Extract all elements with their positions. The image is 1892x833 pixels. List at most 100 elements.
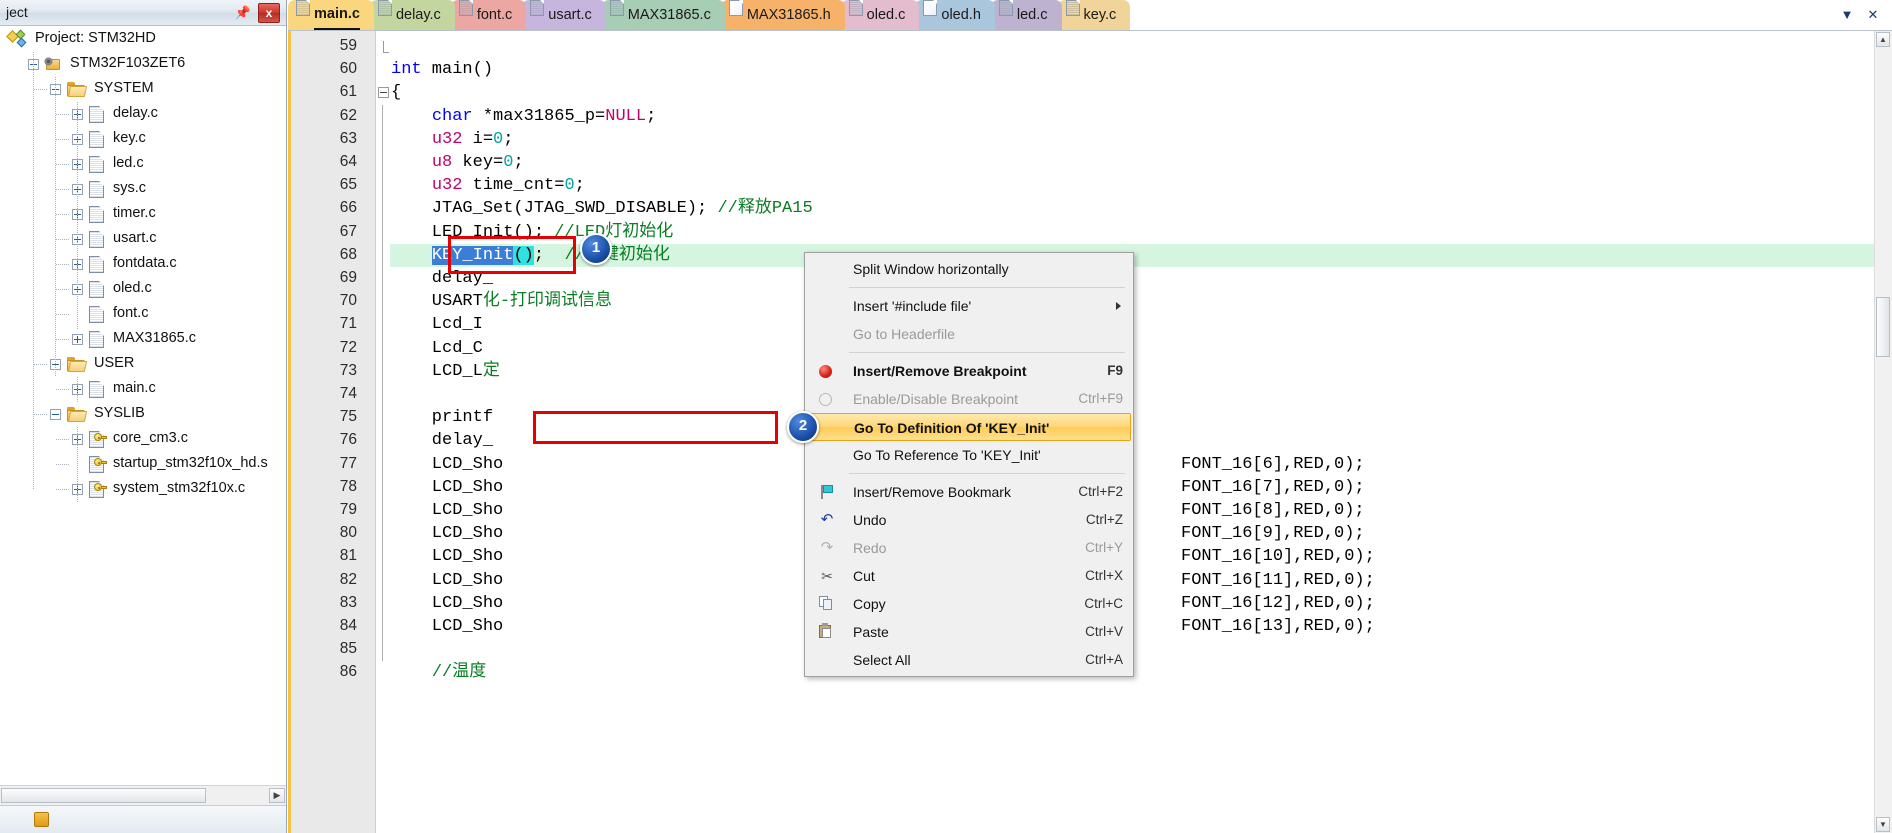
tree-item-sys-c[interactable]: sys.c xyxy=(0,177,286,202)
tab-oled-c[interactable]: oled.c xyxy=(840,0,920,30)
file-icon xyxy=(530,0,545,16)
tree-item-label: Project: STM32HD xyxy=(35,30,156,46)
tree-item-delay-c[interactable]: delay.c xyxy=(0,102,286,127)
menu-item-shortcut: Ctrl+F9 xyxy=(1078,391,1123,406)
collapse-icon[interactable] xyxy=(50,409,61,420)
expand-icon[interactable] xyxy=(72,334,83,345)
menu-item-insert-remove-breakpoint[interactable]: Insert/Remove Breakpoint F9 xyxy=(805,357,1133,385)
pin-icon[interactable]: 📌 xyxy=(234,4,252,22)
code-line[interactable]: { xyxy=(291,81,1892,104)
code-line[interactable]: u8 key=0; xyxy=(291,151,1892,174)
hscroll-thumb[interactable] xyxy=(1,788,206,803)
menu-item-label: Redo xyxy=(853,540,887,556)
tab-led-c[interactable]: led.c xyxy=(990,0,1062,30)
tree-item-system-stm32f10x-c[interactable]: system_stm32f10x.c xyxy=(0,477,286,502)
tree-item-timer-c[interactable]: timer.c xyxy=(0,202,286,227)
folder-icon xyxy=(67,357,88,372)
code-line[interactable]: u32 i=0; xyxy=(291,128,1892,151)
tab-font-c[interactable]: font.c xyxy=(450,0,527,30)
project-root-icon xyxy=(6,29,28,48)
vscroll-thumb[interactable] xyxy=(1876,297,1890,357)
tab-delay-c[interactable]: delay.c xyxy=(369,0,455,30)
key-overlay-icon xyxy=(94,483,107,492)
tree-item-main-c[interactable]: main.c xyxy=(0,377,286,402)
tree-guide-line xyxy=(56,264,70,265)
tab-max31865-c[interactable]: MAX31865.c xyxy=(601,0,725,30)
menu-item-label: Insert '#include file' xyxy=(853,298,972,314)
tab-label: oled.c xyxy=(866,7,906,23)
menu-item-go-to-definition-of-key-init[interactable]: Go To Definition Of 'KEY_Init' xyxy=(807,413,1131,441)
code-line[interactable] xyxy=(291,35,1892,58)
vscroll-up-arrow[interactable]: ▲ xyxy=(1876,32,1890,47)
tab-oled-h[interactable]: oled.h xyxy=(915,0,995,30)
menu-item-paste[interactable]: Paste Ctrl+V xyxy=(805,618,1133,646)
menu-item-insert-remove-bookmark[interactable]: Insert/Remove Bookmark Ctrl+F2 xyxy=(805,478,1133,506)
tab-main-c[interactable]: main.c xyxy=(288,0,374,30)
tree-item-core-cm3-c[interactable]: core_cm3.c xyxy=(0,427,286,452)
tree-item-project-stm32hd[interactable]: Project: STM32HD xyxy=(0,27,286,52)
close-tab-icon[interactable]: ✕ xyxy=(1862,4,1884,26)
editor-vscrollbar[interactable]: ▲ ▼ xyxy=(1874,31,1892,833)
tree-item-font-c[interactable]: font.c xyxy=(0,302,286,327)
code-token: 化-打印调试信息 xyxy=(482,292,613,312)
code-token: FONT_16[11],RED,0); xyxy=(1181,570,1375,590)
source-file-icon xyxy=(89,331,104,348)
code-token: { xyxy=(391,83,402,103)
tree-item-key-c[interactable]: key.c xyxy=(0,127,286,152)
code-line-text: delay_ xyxy=(391,267,493,290)
file-icon xyxy=(728,0,743,16)
tree-item-stm32f103zet6[interactable]: STM32F103ZET6 xyxy=(0,52,286,77)
code-line-text: LCD_Sho FONT_16[7],RED,0); xyxy=(391,476,1365,499)
menu-item-insert-include-file[interactable]: Insert '#include file' xyxy=(805,292,1133,320)
key-overlay-icon xyxy=(94,433,107,442)
source-file-icon xyxy=(89,181,104,198)
tree-guide-line xyxy=(56,214,70,215)
editor-area: main.c delay.c font.c usart.c MAX31865.c MAX3… xyxy=(288,0,1892,833)
code-token: printf xyxy=(391,408,494,428)
tree-item-usart-c[interactable]: usart.c xyxy=(0,227,286,252)
code-token: u32 xyxy=(431,176,463,196)
tab-max31865-h[interactable]: MAX31865.h xyxy=(720,0,845,30)
tab-key-c[interactable]: key.c xyxy=(1057,0,1131,30)
code-token: LCD_L xyxy=(391,361,483,381)
menu-item-shortcut: Ctrl+V xyxy=(1085,624,1123,639)
tree-item-label: timer.c xyxy=(113,205,156,221)
hscroll-right-arrow[interactable]: ▶ xyxy=(269,788,285,803)
vscroll-down-arrow[interactable]: ▼ xyxy=(1876,817,1890,832)
code-token: ; xyxy=(513,153,524,172)
menu-item-split-window-horizontally[interactable]: Split Window horizontally xyxy=(805,255,1133,283)
code-line[interactable]: int main() xyxy=(291,58,1892,81)
tree-item-fontdata-c[interactable]: fontdata.c xyxy=(0,252,286,277)
code-token: ; xyxy=(533,245,565,265)
code-line[interactable]: char *max31865_p=NULL; xyxy=(291,105,1892,128)
chevron-down-icon[interactable]: ▼ xyxy=(1836,4,1858,26)
close-icon[interactable]: x xyxy=(258,3,280,23)
annotation-badge-2: 2 xyxy=(787,411,819,443)
editor-tabs: main.c delay.c font.c usart.c MAX31865.c MAX3… xyxy=(288,0,1131,30)
tree-guide-line xyxy=(56,489,70,490)
code-line[interactable]: LED_Init(); //LED灯初始化 xyxy=(291,221,1892,244)
code-line[interactable]: JTAG_Set(JTAG_SWD_DISABLE); //释放PA15 xyxy=(291,197,1892,220)
code-token: LCD_Sho xyxy=(391,477,504,497)
menu-item-undo[interactable]: ↶ Undo Ctrl+Z xyxy=(805,506,1133,534)
tab-usart-c[interactable]: usart.c xyxy=(522,0,606,30)
menu-item-cut[interactable]: ✂ Cut Ctrl+X xyxy=(805,562,1133,590)
tree-item-max31865-c[interactable]: MAX31865.c xyxy=(0,327,286,352)
menu-item-select-all[interactable]: Select All Ctrl+A xyxy=(805,646,1133,674)
tree-item-led-c[interactable]: led.c xyxy=(0,152,286,177)
code-line-text: int main() xyxy=(391,58,493,81)
code-line[interactable]: u32 time_cnt=0; xyxy=(291,174,1892,197)
tree-item-label: STM32F103ZET6 xyxy=(70,55,186,71)
tree-guide-line xyxy=(56,164,70,165)
menu-item-go-to-reference-to-key-init[interactable]: Go To Reference To 'KEY_Init' xyxy=(805,441,1133,469)
code-token: main() xyxy=(421,60,494,80)
menu-item-copy[interactable]: Copy Ctrl+C xyxy=(805,590,1133,618)
project-hscrollbar[interactable]: ◀ ▶ xyxy=(0,785,286,805)
tree-item-oled-c[interactable]: oled.c xyxy=(0,277,286,302)
tree-item-startup-stm32f10x-hd-s[interactable]: startup_stm32f10x_hd.s xyxy=(0,452,286,477)
editor-context-menu[interactable]: Split Window horizontally Insert '#includ… xyxy=(804,252,1134,677)
project-tree[interactable]: Project: STM32HD STM32F103ZET6 SYSTEM delay… xyxy=(0,27,286,783)
tab-label: oled.h xyxy=(941,7,981,23)
tree-item-label: MAX31865.c xyxy=(113,330,197,346)
